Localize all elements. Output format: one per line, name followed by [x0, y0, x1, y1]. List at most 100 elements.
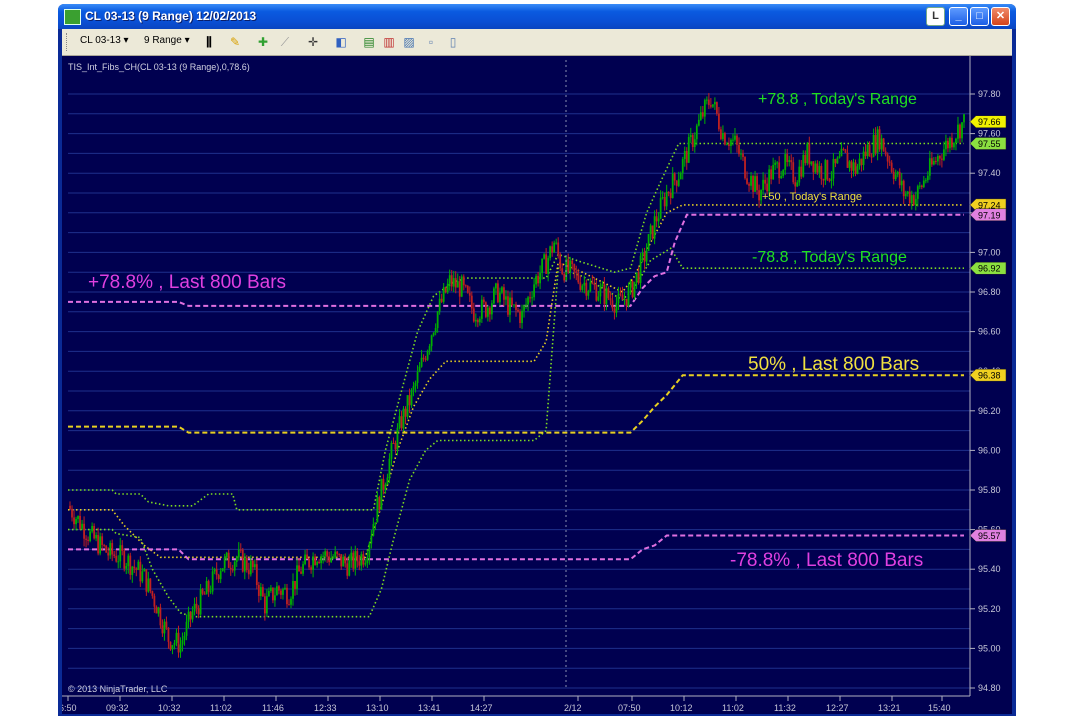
- candle-body: [390, 443, 393, 459]
- instrument-selector[interactable]: CL 03-13 ▾: [80, 35, 129, 46]
- candle-body: [882, 138, 885, 152]
- candle-body: [617, 293, 620, 304]
- candle-body: [215, 569, 218, 576]
- candle-body: [800, 166, 803, 177]
- candle-body: [792, 162, 795, 183]
- candle-body: [569, 260, 572, 272]
- minimize-button[interactable]: _: [949, 7, 968, 26]
- time-tick-label: 11:02: [210, 703, 232, 713]
- chart-window: CL 03-13 (9 Range) 12/02/2013 L _ □ ✕ CL…: [54, 4, 1016, 716]
- candle-body: [474, 319, 477, 322]
- candle-body: [561, 268, 564, 275]
- print-icon[interactable]: ▯: [446, 35, 460, 49]
- candle-body: [744, 157, 746, 179]
- candle-body: [304, 554, 306, 565]
- candle-body: [663, 197, 666, 207]
- candle-body: [810, 161, 813, 165]
- candle-body: [599, 286, 602, 297]
- candle-body: [249, 560, 252, 575]
- candle-body: [545, 254, 548, 274]
- candle-body: [111, 543, 114, 555]
- time-tick-label: 12:27: [826, 703, 849, 713]
- candle-body: [237, 549, 240, 558]
- candle-body: [77, 515, 79, 520]
- candle-body: [543, 254, 546, 259]
- title-bar[interactable]: CL 03-13 (9 Range) 12/02/2013 L _ □ ✕: [58, 4, 1016, 29]
- candle-body: [225, 552, 228, 558]
- chart-trader-icon[interactable]: ▥: [382, 35, 396, 49]
- candle-body: [241, 549, 244, 572]
- candle-body: [109, 543, 112, 556]
- candle-body: [669, 192, 672, 199]
- bar-type-icon[interactable]: ⫼: [202, 35, 216, 49]
- chart-panel[interactable]: 97.8097.6097.4097.2097.0096.8096.6096.40…: [54, 56, 1012, 714]
- price-tick-label: 95.40: [978, 564, 1001, 574]
- candle-body: [342, 556, 345, 567]
- candle-body: [657, 218, 660, 222]
- candle-body: [515, 304, 517, 310]
- candle-body: [609, 298, 612, 301]
- candle-body: [926, 175, 929, 181]
- candle-body: [750, 175, 752, 186]
- candle-body: [302, 564, 304, 574]
- candle-body: [836, 157, 839, 164]
- candle-body: [476, 319, 479, 323]
- templates-icon[interactable]: ▫: [424, 35, 438, 49]
- candle-body: [728, 144, 730, 146]
- candle-body: [635, 272, 638, 282]
- candle-body: [330, 557, 333, 563]
- candle-body: [384, 484, 387, 490]
- candle-body: [772, 164, 775, 180]
- candle-body: [442, 287, 445, 302]
- candle-body: [826, 160, 829, 180]
- candle-body: [139, 561, 142, 582]
- link-button[interactable]: L: [926, 7, 945, 26]
- candle-body: [784, 154, 787, 170]
- price-tick-label: 97.00: [978, 247, 1001, 257]
- candle-body: [770, 169, 773, 180]
- time-tick-label: 15:40: [928, 703, 951, 713]
- add-indicator-icon[interactable]: ✚: [256, 35, 270, 49]
- candle-body: [217, 575, 220, 580]
- candle-body: [259, 587, 262, 596]
- properties-icon[interactable]: ▨: [402, 35, 416, 49]
- candle-body: [665, 191, 668, 207]
- candle-body: [143, 569, 146, 572]
- strategy-icon[interactable]: ⟋: [278, 35, 292, 49]
- period-selector[interactable]: 9 Range ▾: [144, 35, 190, 46]
- candle-body: [898, 171, 901, 186]
- candle-body: [738, 144, 740, 155]
- crosshair-icon[interactable]: ✛: [306, 35, 320, 49]
- candle-body: [955, 138, 957, 144]
- candle-body: [410, 389, 413, 406]
- candle-body: [963, 114, 965, 123]
- candle-body: [326, 551, 329, 557]
- candle-body: [73, 517, 75, 525]
- close-button[interactable]: ✕: [991, 7, 1010, 26]
- candle-body: [675, 180, 678, 186]
- draw-pencil-icon[interactable]: ✎: [228, 35, 242, 49]
- toolbar-grip[interactable]: [66, 33, 70, 51]
- candle-body: [673, 173, 676, 181]
- candle-body: [555, 242, 558, 244]
- candle-body: [488, 307, 491, 315]
- candle-body: [117, 561, 120, 563]
- candle-body: [398, 416, 401, 428]
- candle-body: [223, 557, 226, 569]
- candle-body: [752, 175, 754, 192]
- zoom-icon[interactable]: ◧: [334, 35, 348, 49]
- candle-body: [583, 282, 586, 286]
- candle-body: [699, 112, 702, 120]
- price-chart[interactable]: 97.8097.6097.4097.2097.0096.8096.6096.40…: [54, 56, 1012, 714]
- candle-body: [231, 569, 234, 571]
- candle-body: [758, 190, 760, 201]
- candle-body: [107, 552, 110, 556]
- candle-body: [607, 288, 610, 299]
- candle-body: [452, 278, 455, 287]
- maximize-button[interactable]: □: [970, 7, 989, 26]
- candle-body: [683, 150, 686, 160]
- candle-body: [247, 570, 250, 575]
- data-box-icon[interactable]: ▤: [362, 35, 376, 49]
- annotation-pos50-today: +50 , Today's Range: [762, 191, 862, 203]
- price-tick-label: 96.20: [978, 406, 1001, 416]
